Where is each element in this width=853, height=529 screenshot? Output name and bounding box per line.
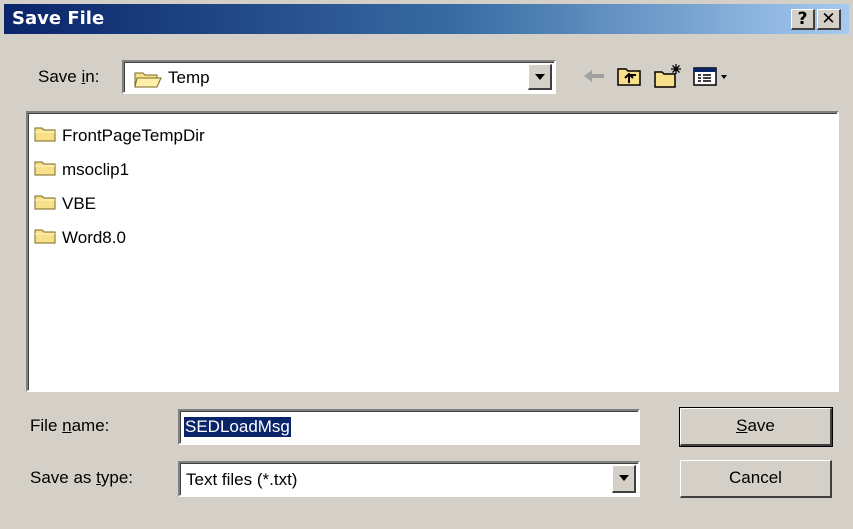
file-name: FrontPageTempDir — [62, 126, 205, 145]
file-name: VBE — [62, 194, 97, 213]
file-name-label-pre: File — [30, 416, 63, 435]
cancel-button[interactable]: Cancel — [680, 460, 832, 498]
file-name: msoclip1 — [62, 160, 130, 179]
save-button[interactable]: Save — [679, 407, 833, 447]
up-folder-icon[interactable] — [614, 62, 646, 90]
title-bar: Save File ? ✕ — [4, 4, 849, 34]
new-folder-icon[interactable] — [652, 62, 684, 90]
save-as-type-value: Text files (*.txt) — [186, 470, 298, 489]
file-name: Word8.0 — [62, 228, 126, 247]
save-file-dialog: Save File ? ✕ Save in: Temp FrontPageTem… — [0, 0, 853, 529]
save-in-combo[interactable]: Temp — [122, 60, 556, 94]
file-name-value: SEDLoadMsg — [184, 417, 291, 437]
save-button-rest: ave — [747, 416, 775, 435]
file-list[interactable]: FrontPageTempDir msoclip1 VBE Word8.0 — [26, 111, 839, 392]
folder-icon — [34, 125, 56, 148]
file-name-label: File name: — [30, 416, 109, 436]
save-in-label: Save in: — [38, 67, 99, 87]
folder-icon — [34, 159, 56, 182]
view-menu-icon[interactable] — [690, 62, 732, 90]
file-name-label-key: n — [62, 416, 72, 435]
save-as-type-dropdown-button[interactable] — [612, 465, 636, 493]
list-item[interactable]: VBE — [34, 193, 96, 215]
save-as-type-label-post: ype: — [100, 468, 134, 487]
save-button-key: S — [736, 416, 748, 435]
help-button[interactable]: ? — [791, 9, 815, 30]
folder-icon — [34, 193, 56, 216]
open-folder-icon — [134, 69, 162, 94]
save-as-type-combo[interactable]: Text files (*.txt) — [178, 461, 640, 497]
window-title: Save File — [12, 8, 105, 29]
close-button[interactable]: ✕ — [817, 9, 841, 30]
save-as-type-label: Save as type: — [30, 468, 133, 488]
folder-icon — [34, 227, 56, 250]
save-in-label-pre: Save — [38, 67, 82, 86]
file-name-label-post: ame: — [71, 416, 110, 435]
save-in-label-post: n: — [85, 67, 100, 86]
list-item[interactable]: FrontPageTempDir — [34, 125, 205, 147]
save-in-dropdown-button[interactable] — [528, 64, 552, 90]
file-name-field[interactable]: SEDLoadMsg — [178, 409, 640, 445]
list-item[interactable]: Word8.0 — [34, 227, 126, 249]
back-arrow-icon[interactable] — [578, 62, 610, 90]
save-as-type-label-pre: Save as — [30, 468, 97, 487]
list-item[interactable]: msoclip1 — [34, 159, 129, 181]
save-in-value: Temp — [168, 68, 210, 87]
